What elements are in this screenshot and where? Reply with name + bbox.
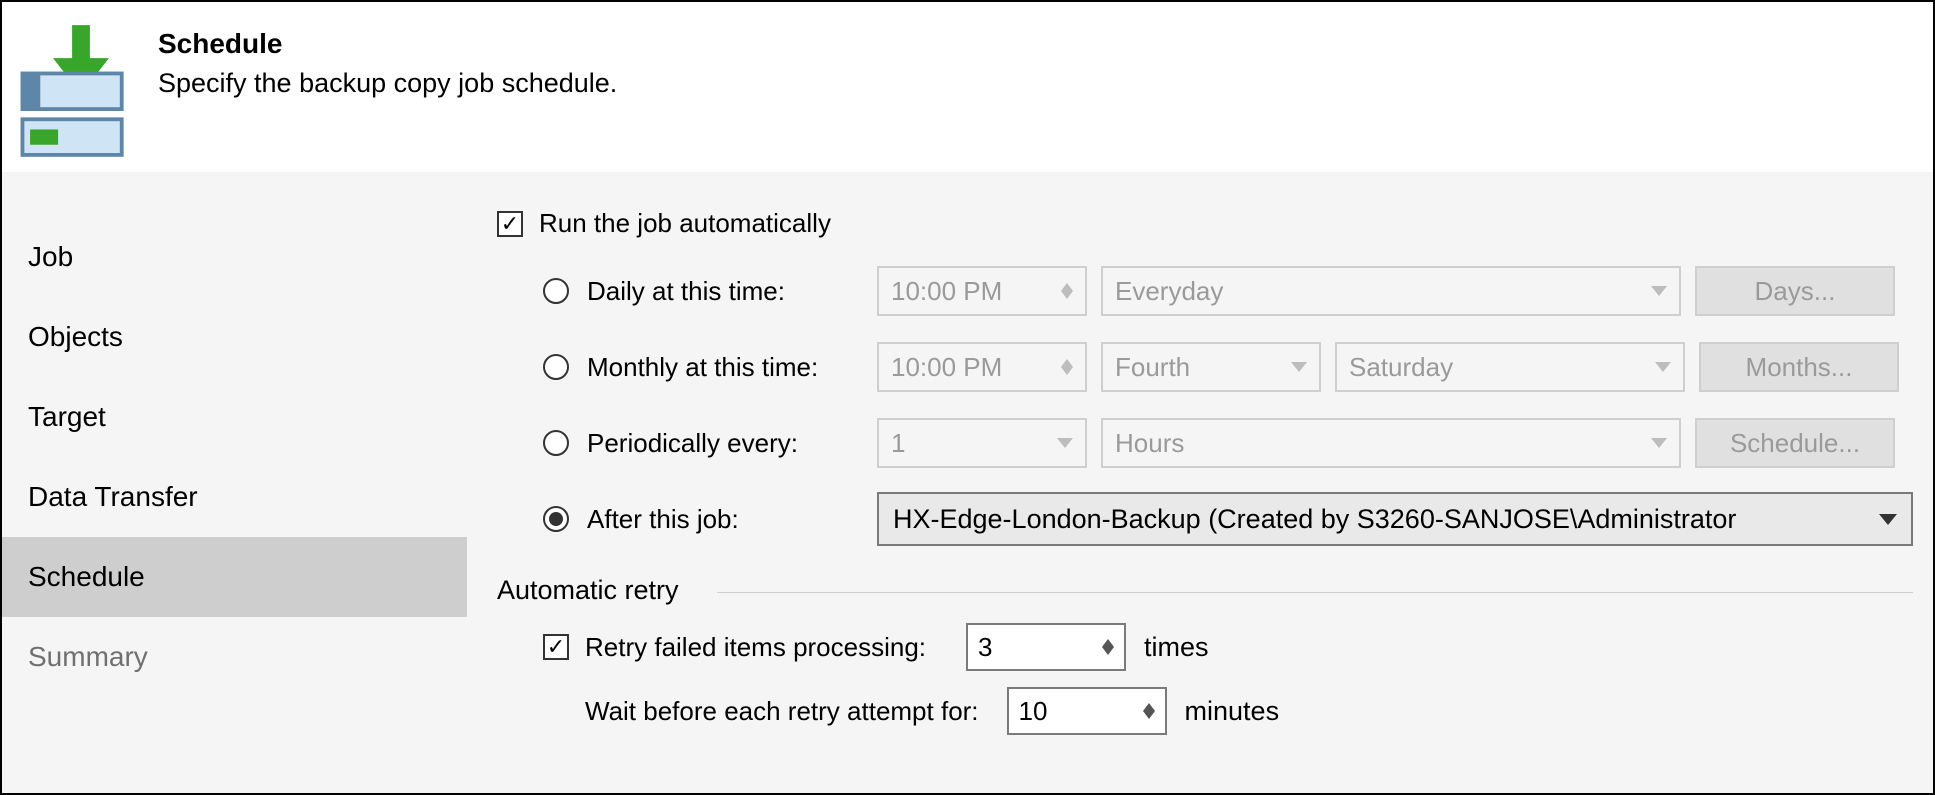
schedule-options: Daily at this time: 10:00 PM Everyday <box>543 253 1923 557</box>
page-subtitle: Specify the backup copy job schedule. <box>158 68 617 99</box>
monthly-radio[interactable] <box>543 354 569 380</box>
periodic-value: 1 <box>891 428 905 459</box>
sidebar-item-schedule[interactable]: Schedule <box>2 537 467 617</box>
chevron-down-icon <box>1655 362 1671 372</box>
periodic-label: Periodically every: <box>587 428 877 459</box>
retry-wait-input[interactable]: 10 <box>1007 687 1167 735</box>
daily-row: Daily at this time: 10:00 PM Everyday <box>543 253 1923 329</box>
after-job-value: HX-Edge-London-Backup (Created by S3260-… <box>893 504 1736 535</box>
chevron-down-icon <box>1651 438 1667 448</box>
daily-days-value: Everyday <box>1115 276 1223 307</box>
sidebar-item-objects[interactable]: Objects <box>2 297 467 377</box>
page-title: Schedule <box>158 28 617 60</box>
daily-time-spinner[interactable]: 10:00 PM <box>877 266 1087 316</box>
run-automatically-checkbox[interactable]: ✓ <box>497 211 523 237</box>
daily-radio[interactable] <box>543 278 569 304</box>
periodic-unit-select[interactable]: Hours <box>1101 418 1681 468</box>
sidebar-item-summary[interactable]: Summary <box>2 617 467 697</box>
wizard-header-text: Schedule Specify the backup copy job sch… <box>158 20 617 99</box>
sidebar-item-job[interactable]: Job <box>2 217 467 297</box>
months-button[interactable]: Months... <box>1699 342 1899 392</box>
daily-days-select[interactable]: Everyday <box>1101 266 1681 316</box>
schedule-panel: ✓ Run the job automatically Daily at thi… <box>467 172 1933 793</box>
periodic-radio[interactable] <box>543 430 569 456</box>
monthly-time-value: 10:00 PM <box>891 352 1002 383</box>
sidebar-item-data-transfer[interactable]: Data Transfer <box>2 457 467 537</box>
after-job-label: After this job: <box>587 504 877 535</box>
chevron-down-icon <box>1869 514 1897 525</box>
chevron-down-icon <box>1651 286 1667 296</box>
run-automatically-label: Run the job automatically <box>539 208 831 239</box>
retry-count-unit: times <box>1144 632 1209 663</box>
retry-wait-value: 10 <box>1019 696 1048 727</box>
run-automatically-row: ✓ Run the job automatically <box>497 208 1923 239</box>
wizard-header: Schedule Specify the backup copy job sch… <box>2 2 1933 172</box>
monthly-weekday-value: Saturday <box>1349 352 1453 383</box>
daily-time-value: 10:00 PM <box>891 276 1002 307</box>
monthly-ordinal-value: Fourth <box>1115 352 1190 383</box>
chevron-down-icon <box>1057 438 1073 448</box>
retry-count-input[interactable]: 3 <box>966 623 1126 671</box>
retry-wait-label: Wait before each retry attempt for: <box>585 696 979 727</box>
spinner-arrows-icon <box>1061 359 1073 375</box>
after-job-row: After this job: HX-Edge-London-Backup (C… <box>543 481 1923 557</box>
monthly-label: Monthly at this time: <box>587 352 877 383</box>
retry-wait-row: Wait before each retry attempt for: 10 m… <box>543 679 1923 743</box>
sidebar-item-target[interactable]: Target <box>2 377 467 457</box>
retry-enable-checkbox[interactable]: ✓ <box>543 634 569 660</box>
periodic-unit-value: Hours <box>1115 428 1184 459</box>
after-job-radio[interactable] <box>543 506 569 532</box>
spinner-arrows-icon <box>1061 283 1073 299</box>
periodic-row: Periodically every: 1 Hours Schedule... <box>543 405 1923 481</box>
after-job-combobox[interactable]: HX-Edge-London-Backup (Created by S3260-… <box>877 492 1913 546</box>
wizard-steps-sidebar: Job Objects Target Data Transfer Schedul… <box>2 172 467 793</box>
periodic-value-select[interactable]: 1 <box>877 418 1087 468</box>
automatic-retry-group: Automatic retry ✓ Retry failed items pro… <box>497 575 1923 743</box>
retry-enable-label: Retry failed items processing: <box>585 632 926 663</box>
spinner-arrows-icon <box>1143 703 1155 719</box>
wizard-window: Schedule Specify the backup copy job sch… <box>0 0 1935 795</box>
monthly-row: Monthly at this time: 10:00 PM Fourth <box>543 329 1923 405</box>
automatic-retry-legend: Automatic retry <box>497 575 691 606</box>
wizard-body: Job Objects Target Data Transfer Schedul… <box>2 172 1933 793</box>
chevron-down-icon <box>1291 362 1307 372</box>
retry-wait-unit: minutes <box>1185 696 1280 727</box>
retry-count-value: 3 <box>978 632 992 663</box>
schedule-wizard-icon <box>16 20 146 150</box>
spinner-arrows-icon <box>1102 639 1114 655</box>
monthly-ordinal-select[interactable]: Fourth <box>1101 342 1321 392</box>
group-divider <box>717 592 1913 593</box>
daily-label: Daily at this time: <box>587 276 877 307</box>
monthly-weekday-select[interactable]: Saturday <box>1335 342 1685 392</box>
retry-enable-row: ✓ Retry failed items processing: 3 times <box>543 615 1923 679</box>
monthly-time-spinner[interactable]: 10:00 PM <box>877 342 1087 392</box>
days-button[interactable]: Days... <box>1695 266 1895 316</box>
schedule-button[interactable]: Schedule... <box>1695 418 1895 468</box>
